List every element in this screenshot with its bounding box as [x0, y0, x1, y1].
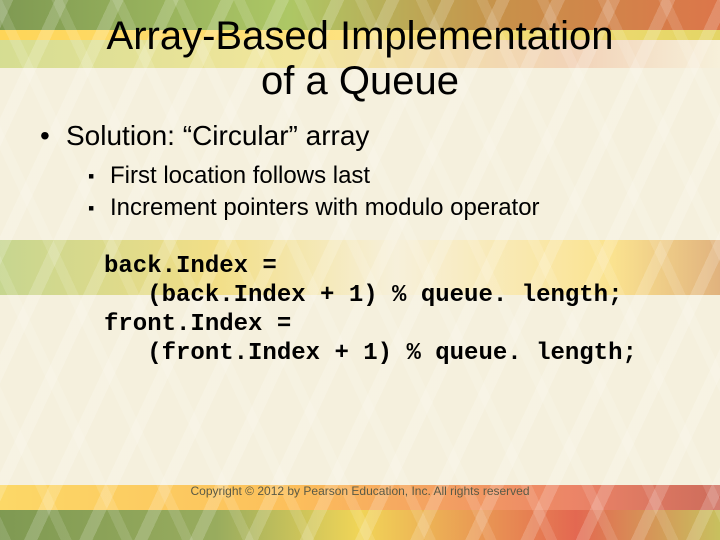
code-block: back.Index = (back.Index + 1) % queue. l… [104, 252, 680, 369]
slide: Array-Based Implementation of a Queue So… [0, 0, 720, 540]
slide-title: Array-Based Implementation of a Queue [40, 14, 680, 104]
bullet-level-2: First location follows last [88, 162, 680, 190]
title-line-2: of a Queue [261, 59, 459, 103]
title-line-1: Array-Based Implementation [107, 14, 614, 58]
slide-content: Array-Based Implementation of a Queue So… [0, 0, 720, 540]
bullet-list: Solution: “Circular” array First locatio… [46, 120, 680, 222]
copyright-footer: Copyright © 2012 by Pearson Education, I… [0, 484, 720, 498]
bullet-level-1: Solution: “Circular” array [46, 120, 680, 152]
bullet-level-2: Increment pointers with modulo operator [88, 194, 680, 222]
